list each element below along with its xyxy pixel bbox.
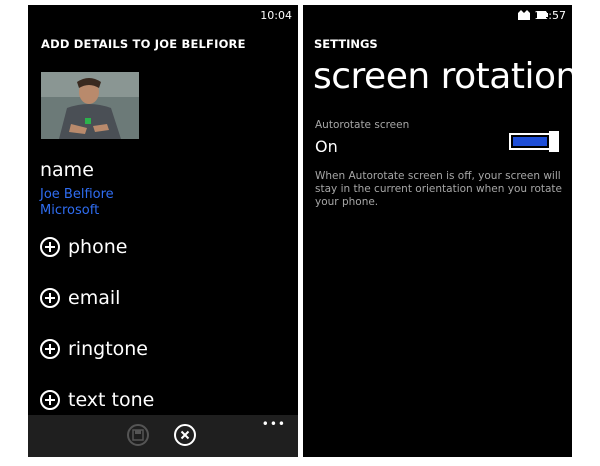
app-bar: ••• — [28, 415, 298, 457]
status-bar: 10:04 — [28, 5, 298, 25]
autorotate-toggle[interactable] — [509, 131, 559, 152]
contact-photo[interactable] — [41, 72, 139, 139]
add-circle-icon — [40, 339, 60, 359]
name-value-line-2[interactable]: Microsoft — [40, 203, 99, 218]
page-title: screen rotation — [313, 56, 572, 97]
settings-screen: 12:57 SETTINGS screen rotation Autorotat… — [303, 5, 572, 457]
status-time: 10:04 — [260, 9, 292, 22]
toggle-fill — [513, 137, 547, 146]
add-phone-item[interactable]: phone — [40, 233, 127, 261]
save-button[interactable] — [127, 424, 149, 446]
autorotate-label: Autorotate screen — [315, 119, 410, 131]
add-ringtone-item[interactable]: ringtone — [40, 335, 148, 363]
status-bar: 12:57 — [303, 5, 572, 25]
add-circle-icon — [40, 237, 60, 257]
save-icon — [132, 429, 144, 441]
add-email-label: email — [68, 287, 121, 309]
page-header: ADD DETAILS TO JOE BELFIORE — [41, 37, 246, 51]
status-time: 12:57 — [534, 9, 566, 22]
add-phone-label: phone — [68, 236, 128, 258]
add-details-screen: 10:04 ADD DETAILS TO JOE BELFIORE name J… — [28, 5, 298, 457]
close-icon — [180, 430, 190, 440]
contact-photo-image — [41, 72, 139, 139]
autorotate-state: On — [315, 137, 338, 156]
settings-header: SETTINGS — [314, 37, 378, 51]
autorotate-description: When Autorotate screen is off, your scre… — [315, 170, 563, 208]
add-text-tone-label: text tone — [68, 389, 155, 411]
add-email-item[interactable]: email — [40, 284, 120, 312]
name-label: name — [40, 159, 94, 181]
name-value-line-1[interactable]: Joe Belfiore — [40, 187, 114, 202]
more-options-button[interactable]: ••• — [262, 417, 286, 431]
toggle-thumb[interactable] — [549, 131, 559, 152]
add-circle-icon — [40, 288, 60, 308]
add-ringtone-label: ringtone — [68, 338, 148, 360]
cancel-button[interactable] — [174, 424, 196, 446]
rotation-lock-icon — [518, 10, 530, 20]
add-circle-icon — [40, 390, 60, 410]
add-text-tone-item[interactable]: text tone — [40, 386, 154, 414]
